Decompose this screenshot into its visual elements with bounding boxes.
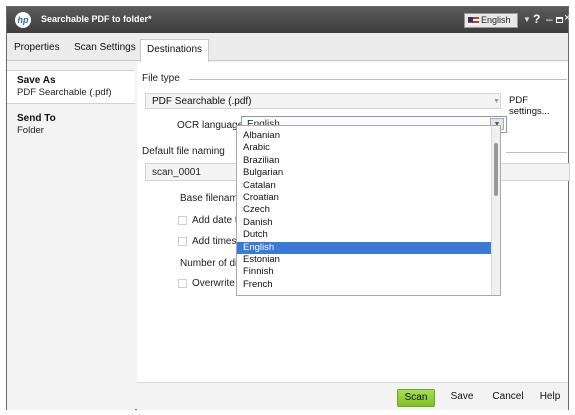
add-date-checkbox[interactable] — [178, 216, 187, 225]
tab-bar: Properties Scan Settings Destinations — [7, 33, 568, 62]
dropdown-option[interactable]: French — [237, 279, 492, 291]
chevron-down-icon[interactable]: ▼ — [493, 98, 500, 105]
dropdown-option[interactable]: Bulgarian — [237, 167, 492, 179]
footer-bar: Scan Save Cancel Help — [137, 382, 568, 410]
save-button[interactable]: Save — [449, 389, 475, 407]
ocr-language-dropdown[interactable]: Albanian Arabic Brazilian Bulgarian Catalan C… — [236, 125, 501, 296]
sidebar-item-title: Save As — [17, 75, 56, 86]
minimize-icon[interactable]: – — [546, 12, 553, 26]
divider — [189, 79, 567, 80]
file-type-value: PDF Searchable (.pdf) — [152, 96, 252, 107]
dropdown-option[interactable]: Arabic — [237, 142, 492, 154]
maximize-icon[interactable] — [556, 17, 563, 23]
close-icon[interactable]: × — [564, 12, 570, 24]
sidebar: Save As PDF Searchable (.pdf) Send To Fo… — [7, 62, 135, 410]
dropdown-option[interactable]: English — [237, 241, 492, 254]
sidebar-item-title: Send To — [17, 113, 56, 124]
window-title: Searchable PDF to folder* — [41, 14, 152, 24]
tab-scan-settings[interactable]: Scan Settings — [74, 42, 136, 53]
divider — [506, 152, 567, 153]
flag-icon — [468, 17, 479, 25]
chevron-down-icon[interactable]: ▼ — [523, 15, 531, 24]
scan-button[interactable]: Scan — [397, 389, 435, 407]
dropdown-option[interactable]: Czech — [237, 204, 492, 216]
sidebar-item-subtitle: Folder — [17, 125, 44, 136]
filename-value: scan_0001 — [152, 167, 201, 178]
tab-destinations[interactable]: Destinations — [140, 39, 210, 62]
sidebar-item-send-to[interactable]: Send To Folder — [7, 113, 135, 143]
scrollbar-thumb[interactable] — [494, 143, 498, 196]
dropdown-option[interactable]: Albanian — [237, 130, 492, 142]
dropdown-option[interactable]: Estonian — [237, 254, 492, 266]
dropdown-option[interactable]: Brazilian — [237, 155, 492, 167]
cancel-button[interactable]: Cancel — [489, 389, 527, 407]
language-selector[interactable]: English — [464, 13, 518, 28]
overwrite-checkbox[interactable] — [178, 279, 187, 288]
tab-properties[interactable]: Properties — [14, 42, 60, 53]
pdf-settings-button[interactable]: PDF settings... — [505, 93, 568, 117]
add-timestamp-checkbox[interactable] — [178, 237, 187, 246]
language-label: English — [481, 15, 511, 25]
help-icon[interactable]: ? — [533, 12, 540, 26]
sidebar-item-save-as[interactable]: Save As PDF Searchable (.pdf) — [7, 70, 135, 104]
help-button[interactable]: Help — [537, 389, 563, 407]
scrollbar[interactable] — [491, 126, 500, 295]
hp-logo-icon: hp — [15, 12, 31, 28]
file-type-label: File type — [142, 73, 180, 84]
dropdown-option[interactable]: Dutch — [237, 229, 492, 241]
default-file-naming-label: Default file naming — [142, 146, 225, 157]
title-bar[interactable]: hp Searchable PDF to folder* English ▼ ?… — [7, 7, 570, 33]
dropdown-option[interactable]: Danish — [237, 217, 492, 229]
dropdown-option[interactable]: Finnish — [237, 266, 492, 278]
file-type-select[interactable]: PDF Searchable (.pdf) — [145, 93, 501, 109]
dropdown-option[interactable]: Catalan — [237, 180, 492, 192]
dropdown-option[interactable]: Croatian — [237, 192, 492, 204]
sidebar-item-subtitle: PDF Searchable (.pdf) — [17, 87, 112, 98]
